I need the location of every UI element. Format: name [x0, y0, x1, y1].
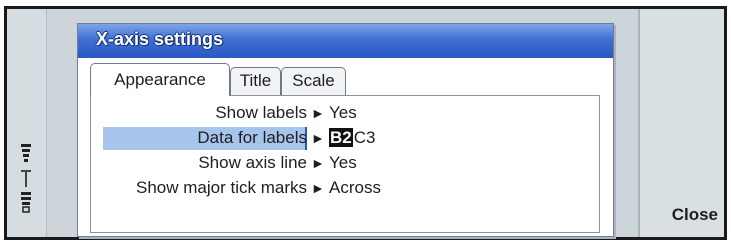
cell-ref-selected: B2 — [329, 128, 353, 147]
tab-title[interactable]: Title — [230, 67, 281, 95]
cell-range-value[interactable]: B2 C3 — [329, 128, 375, 148]
close-button[interactable]: Close — [640, 205, 724, 229]
settings-dialog: X-axis settings Appearance Title Scale S… — [77, 23, 614, 237]
appearance-panel: Show labels ► Yes Data for labels ► B2 C3… — [90, 95, 600, 233]
tab-appearance[interactable]: Appearance — [90, 63, 230, 96]
right-arrow-icon: ► — [311, 155, 325, 171]
setting-label: Show major tick marks — [136, 178, 307, 197]
right-arrow-icon: ► — [311, 130, 325, 146]
cell-ref: C3 — [353, 128, 376, 147]
status-strip — [7, 9, 47, 237]
right-arrow-icon: ► — [311, 105, 325, 121]
setting-value: Yes — [329, 153, 357, 172]
device-screen: X-axis settings Appearance Title Scale S… — [4, 6, 727, 240]
dialog-title: X-axis settings — [96, 29, 224, 49]
softkey-panel: Close — [638, 9, 724, 237]
setting-row-show-labels[interactable]: Show labels ► Yes — [91, 102, 599, 125]
antenna-icon — [21, 170, 31, 187]
battery-level-icon — [21, 192, 31, 213]
setting-label: Show labels — [215, 103, 307, 122]
signal-strength-icon — [21, 144, 31, 162]
setting-row-show-major-tick-marks[interactable]: Show major tick marks ► Across — [91, 177, 599, 200]
dialog-title-bar: X-axis settings — [78, 24, 613, 58]
setting-label: Data for labels — [197, 128, 307, 147]
tab-strip: Appearance Title Scale — [90, 63, 590, 96]
tab-scale[interactable]: Scale — [281, 67, 346, 95]
setting-label: Show axis line — [198, 153, 307, 172]
right-arrow-icon: ► — [311, 180, 325, 196]
setting-value: Across — [329, 178, 381, 197]
setting-value: Yes — [329, 103, 357, 122]
setting-row-show-axis-line[interactable]: Show axis line ► Yes — [91, 152, 599, 175]
setting-row-data-for-labels[interactable]: Data for labels ► B2 C3 — [91, 127, 599, 150]
